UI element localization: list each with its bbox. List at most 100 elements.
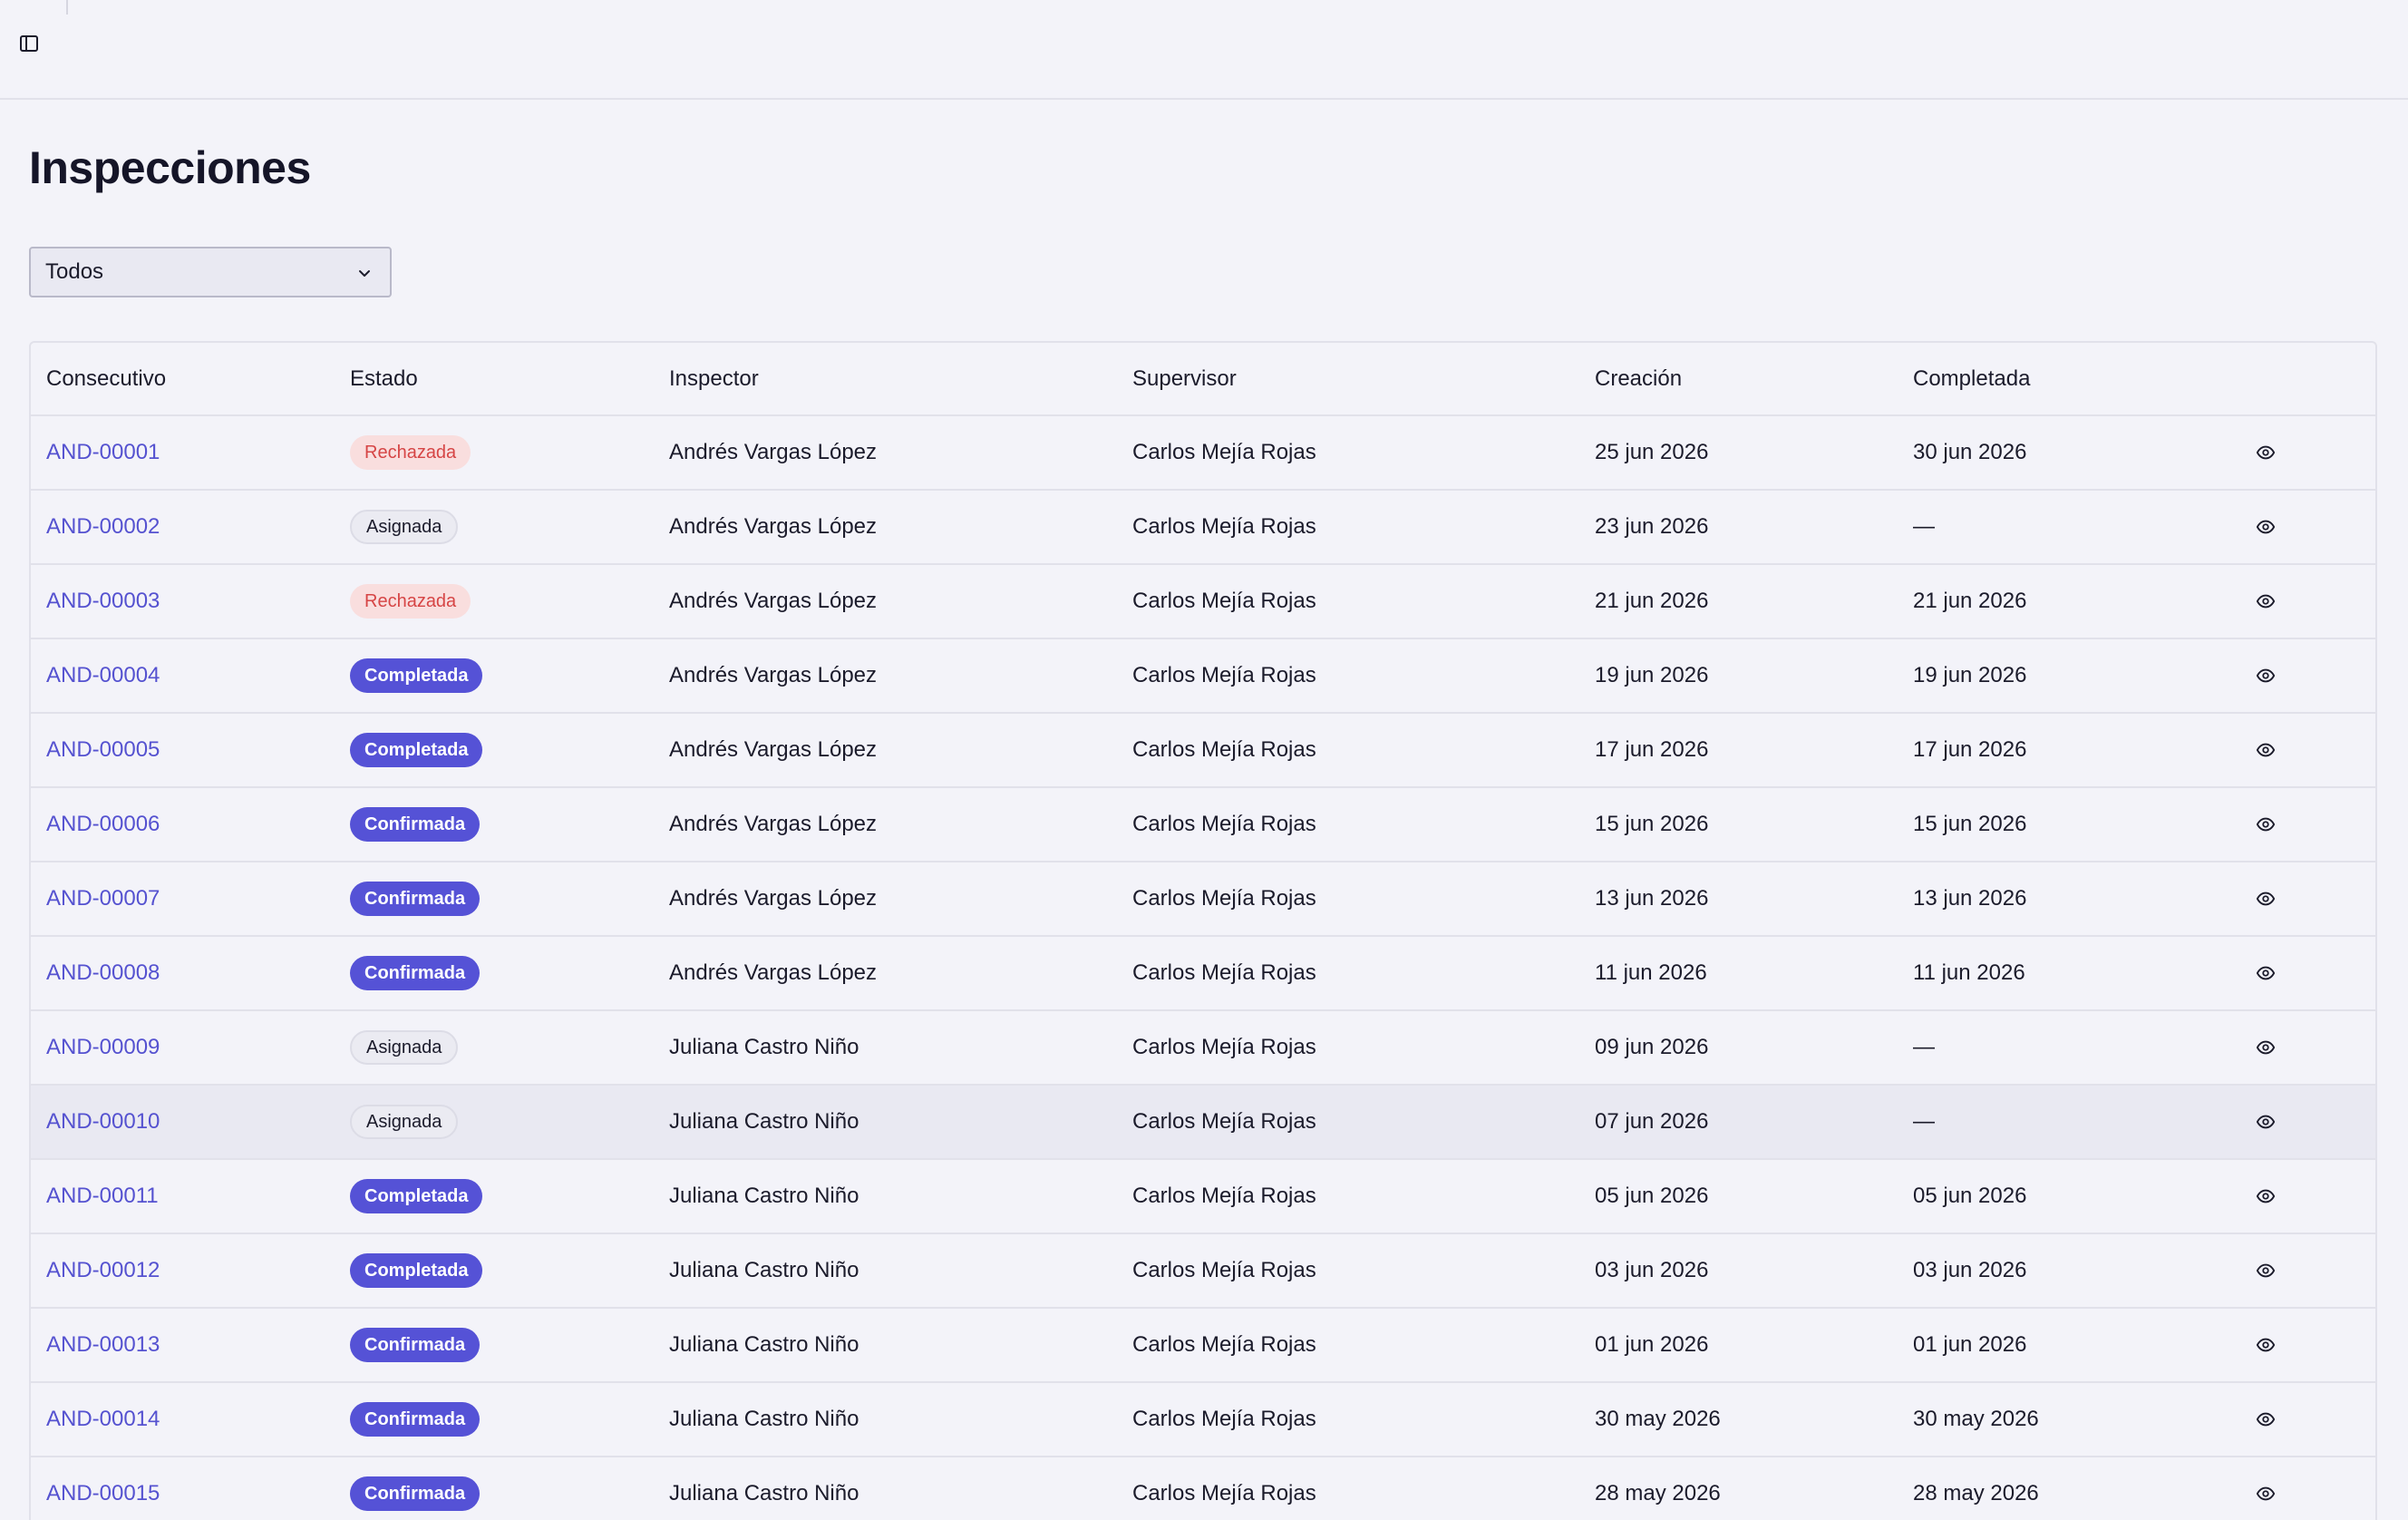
- inspection-code-link[interactable]: AND-00010: [46, 1109, 160, 1134]
- inspection-code-link[interactable]: AND-00014: [46, 1407, 160, 1431]
- view-button[interactable]: [2249, 436, 2282, 469]
- eye-icon: [2256, 1186, 2276, 1206]
- table-row[interactable]: AND-00001 Rechazada Andrés Vargas López Car…: [31, 415, 2375, 490]
- status-filter-select[interactable]: Todos: [29, 247, 392, 297]
- inspection-code-link[interactable]: AND-00006: [46, 812, 160, 836]
- table-row[interactable]: AND-00012 Completada Juliana Castro Niño Ca…: [31, 1233, 2375, 1308]
- sidebar-panel-icon: [20, 35, 38, 52]
- view-button[interactable]: [2249, 1329, 2282, 1361]
- table-row[interactable]: AND-00003 Rechazada Andrés Vargas López Car…: [31, 564, 2375, 638]
- table-row[interactable]: AND-00009 Asignada Juliana Castro Niño Carl…: [31, 1010, 2375, 1085]
- status-badge: Rechazada: [350, 435, 471, 470]
- column-header-inspector: Inspector: [669, 365, 759, 391]
- cell-creacion: 25 jun 2026: [1595, 440, 1709, 464]
- inspection-code-link[interactable]: AND-00008: [46, 960, 160, 985]
- cell-consecutivo: AND-00011: [31, 1159, 335, 1233]
- cell-actions: [2230, 1308, 2375, 1382]
- cell-supervisor: Carlos Mejía Rojas: [1132, 663, 1316, 687]
- table-row[interactable]: AND-00006 Confirmada Andrés Vargas López Ca…: [31, 787, 2375, 862]
- cell-completada: 21 jun 2026: [1913, 589, 2027, 613]
- column-header-supervisor: Supervisor: [1132, 365, 1237, 391]
- cell-inspector: Juliana Castro Niño: [669, 1035, 859, 1059]
- cell-completada: —: [1913, 1109, 1935, 1134]
- eye-icon: [2256, 1038, 2276, 1057]
- view-button[interactable]: [2249, 1180, 2282, 1213]
- cell-estado: Completada: [335, 1233, 654, 1308]
- view-button[interactable]: [2249, 1403, 2282, 1436]
- eye-icon: [2256, 1112, 2276, 1132]
- status-badge: Confirmada: [350, 1476, 481, 1511]
- cell-estado: Confirmada: [335, 936, 654, 1010]
- inspections-table: Consecutivo Estado Inspector Supervisor …: [29, 341, 2377, 1520]
- cell-inspector: Andrés Vargas López: [669, 812, 878, 836]
- inspection-code-link[interactable]: AND-00005: [46, 737, 160, 762]
- cell-consecutivo: AND-00009: [31, 1010, 335, 1085]
- cell-consecutivo: AND-00004: [31, 638, 335, 713]
- view-button[interactable]: [2249, 1254, 2282, 1287]
- table-row[interactable]: AND-00015 Confirmada Juliana Castro Niño Ca…: [31, 1457, 2375, 1520]
- status-badge: Asignada: [350, 1030, 459, 1065]
- eye-icon: [2256, 1335, 2276, 1355]
- table-body: AND-00001 Rechazada Andrés Vargas López Car…: [31, 415, 2375, 1520]
- table-row[interactable]: AND-00010 Asignada Juliana Castro Niño Carl…: [31, 1085, 2375, 1159]
- cell-completada: —: [1913, 514, 1935, 539]
- table-row[interactable]: AND-00005 Completada Andrés Vargas López Ca…: [31, 713, 2375, 787]
- table-row[interactable]: AND-00002 Asignada Andrés Vargas López Carl…: [31, 490, 2375, 564]
- cell-inspector: Juliana Castro Niño: [669, 1332, 859, 1357]
- sidebar-toggle-button[interactable]: [15, 29, 44, 58]
- cell-inspector: Juliana Castro Niño: [669, 1184, 859, 1208]
- view-button[interactable]: [2249, 808, 2282, 841]
- table-row[interactable]: AND-00004 Completada Andrés Vargas López Ca…: [31, 638, 2375, 713]
- inspection-code-link[interactable]: AND-00009: [46, 1035, 160, 1059]
- view-button[interactable]: [2249, 511, 2282, 543]
- table-header-row: Consecutivo Estado Inspector Supervisor …: [31, 343, 2375, 415]
- inspection-code-link[interactable]: AND-00015: [46, 1481, 160, 1505]
- view-button[interactable]: [2249, 957, 2282, 989]
- cell-actions: [2230, 1159, 2375, 1233]
- cell-inspector: Andrés Vargas López: [669, 886, 878, 911]
- cell-supervisor: Carlos Mejía Rojas: [1132, 1035, 1316, 1059]
- cell-actions: [2230, 1233, 2375, 1308]
- cell-supervisor: Carlos Mejía Rojas: [1132, 960, 1316, 985]
- cell-actions: [2230, 787, 2375, 862]
- view-button[interactable]: [2249, 585, 2282, 618]
- cell-estado: Asignada: [335, 1085, 654, 1159]
- table-row[interactable]: AND-00007 Confirmada Andrés Vargas López Ca…: [31, 862, 2375, 936]
- view-button[interactable]: [2249, 1106, 2282, 1138]
- inspection-code-link[interactable]: AND-00011: [46, 1184, 159, 1208]
- table-row[interactable]: AND-00011 Completada Juliana Castro Niño Ca…: [31, 1159, 2375, 1233]
- cell-actions: [2230, 1085, 2375, 1159]
- cell-creacion: 01 jun 2026: [1595, 1332, 1709, 1357]
- cell-completada: 01 jun 2026: [1913, 1332, 2027, 1357]
- inspection-code-link[interactable]: AND-00001: [46, 440, 160, 464]
- view-button[interactable]: [2249, 882, 2282, 915]
- table-row[interactable]: AND-00013 Confirmada Juliana Castro Niño Ca…: [31, 1308, 2375, 1382]
- inspection-code-link[interactable]: AND-00004: [46, 663, 160, 687]
- cell-completada: 17 jun 2026: [1913, 737, 2027, 762]
- status-badge: Confirmada: [350, 1402, 481, 1437]
- view-button[interactable]: [2249, 734, 2282, 766]
- view-button[interactable]: [2249, 1031, 2282, 1064]
- cell-consecutivo: AND-00014: [31, 1382, 335, 1457]
- inspection-code-link[interactable]: AND-00012: [46, 1258, 160, 1282]
- eye-icon: [2256, 814, 2276, 834]
- table-row[interactable]: AND-00014 Confirmada Juliana Castro Niño Ca…: [31, 1382, 2375, 1457]
- column-header-estado: Estado: [350, 365, 418, 391]
- status-badge: Asignada: [350, 1105, 459, 1139]
- eye-icon: [2256, 963, 2276, 983]
- cell-supervisor: Carlos Mejía Rojas: [1132, 1332, 1316, 1357]
- inspection-code-link[interactable]: AND-00003: [46, 589, 160, 613]
- cell-consecutivo: AND-00006: [31, 787, 335, 862]
- view-button[interactable]: [2249, 659, 2282, 692]
- cell-estado: Confirmada: [335, 1308, 654, 1382]
- top-bar: [0, 0, 2408, 100]
- status-badge: Confirmada: [350, 882, 481, 916]
- inspection-code-link[interactable]: AND-00007: [46, 886, 160, 911]
- inspection-code-link[interactable]: AND-00002: [46, 514, 160, 539]
- cell-creacion: 07 jun 2026: [1595, 1109, 1709, 1134]
- table-row[interactable]: AND-00008 Confirmada Andrés Vargas López Ca…: [31, 936, 2375, 1010]
- cell-creacion: 17 jun 2026: [1595, 737, 1709, 762]
- inspection-code-link[interactable]: AND-00013: [46, 1332, 160, 1357]
- cell-creacion: 28 may 2026: [1595, 1481, 1721, 1505]
- cell-creacion: 13 jun 2026: [1595, 886, 1709, 911]
